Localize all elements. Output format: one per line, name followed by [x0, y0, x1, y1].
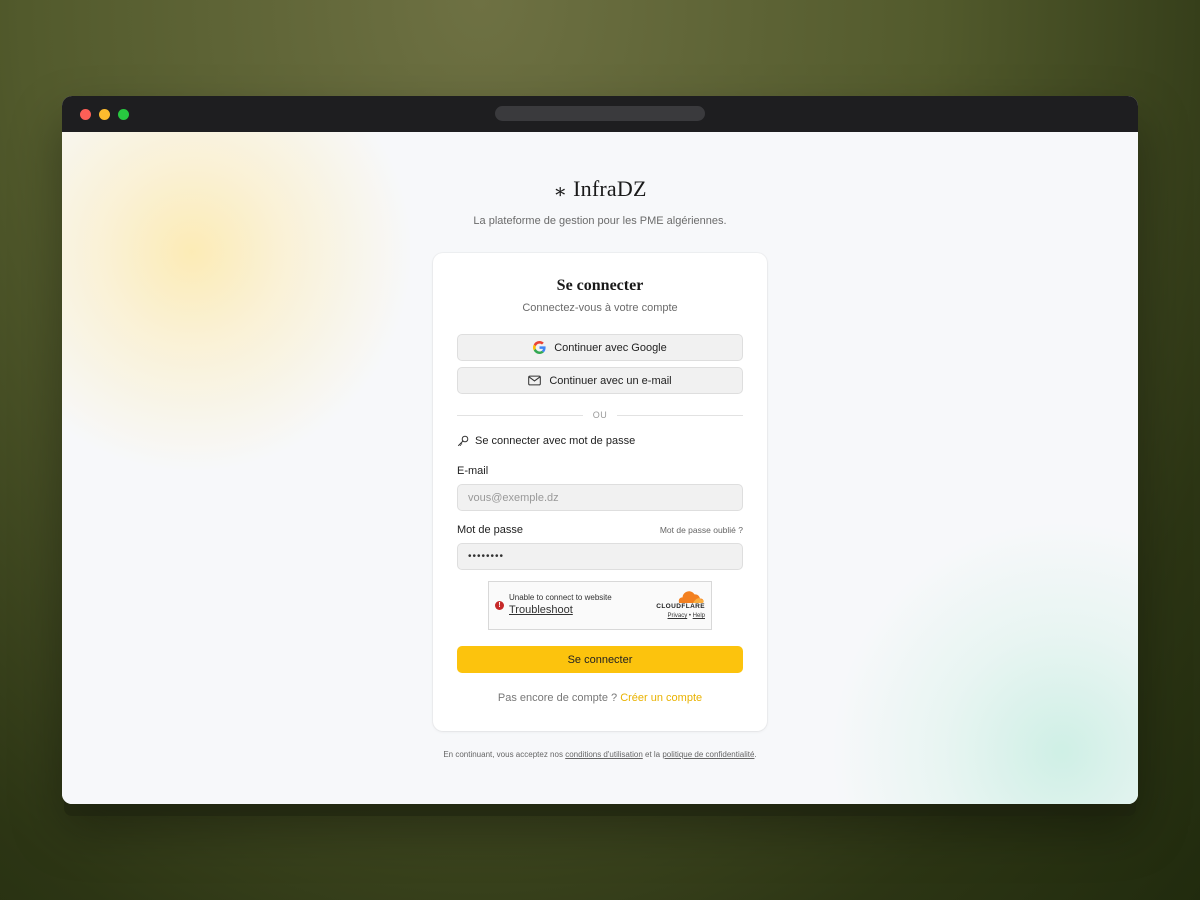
minimize-window-button[interactable]	[99, 109, 110, 120]
cloudflare-wordmark: CLOUDFLARE	[656, 603, 705, 610]
submit-login-button[interactable]: Se connecter	[457, 646, 743, 673]
terms-link[interactable]: conditions d'utilisation	[565, 750, 643, 759]
create-account-link[interactable]: Créer un compte	[620, 692, 702, 704]
password-label: Mot de passe	[457, 524, 524, 536]
asterisk-icon: ∗	[553, 181, 568, 203]
divider-text: OU	[592, 410, 608, 420]
mail-icon	[528, 375, 542, 386]
links-separator: •	[688, 613, 691, 619]
password-field[interactable]: ••••••••	[457, 543, 743, 570]
cloudflare-links: Privacy • Help	[668, 613, 705, 619]
help-link[interactable]: Help	[693, 613, 705, 619]
privacy-policy-link[interactable]: politique de confidentialité	[662, 750, 754, 759]
cloudflare-captcha-widget: ! Unable to connect to website Troublesh…	[488, 581, 712, 630]
divider-line-right	[617, 414, 743, 416]
card-subtitle: Connectez-vous à votre compte	[522, 302, 678, 314]
brand-logo: ∗ InfraDZ	[62, 176, 1138, 203]
close-window-button[interactable]	[80, 109, 91, 120]
error-icon: !	[495, 601, 504, 610]
google-button-label: Continuer avec Google	[554, 341, 667, 354]
legal-footer: En continuant, vous acceptez nos conditi…	[62, 750, 1138, 759]
browser-window: ∗ InfraDZ La plateforme de gestion pour l…	[62, 96, 1138, 804]
password-heading-label: Se connecter avec mot de passe	[475, 435, 636, 447]
address-bar[interactable]	[495, 106, 705, 121]
email-label: E-mail	[457, 465, 489, 477]
email-button-label: Continuer avec un e-mail	[549, 374, 672, 387]
page-content: ∗ InfraDZ La plateforme de gestion pour l…	[62, 132, 1138, 804]
troubleshoot-link[interactable]: Troubleshoot	[509, 604, 573, 616]
footer-prefix: En continuant, vous acceptez nos	[443, 750, 563, 759]
forgot-password-link[interactable]: Mot de passe oublié ?	[660, 525, 743, 535]
google-icon	[533, 341, 546, 354]
captcha-error-message: Unable to connect to website	[509, 593, 612, 602]
signup-prompt-text: Pas encore de compte ?	[497, 692, 618, 704]
title-bar	[62, 96, 1138, 132]
login-card: Se connecter Connectez-vous à votre comp…	[433, 253, 767, 731]
maximize-window-button[interactable]	[118, 109, 129, 120]
card-title: Se connecter	[556, 277, 644, 294]
google-signin-button[interactable]: Continuer avec Google	[457, 334, 743, 361]
signup-prompt: Pas encore de compte ? Créer un compte	[433, 692, 767, 704]
footer-middle: et la	[645, 750, 661, 759]
or-divider: OU	[457, 408, 743, 422]
email-signin-button[interactable]: Continuer avec un e-mail	[457, 367, 743, 394]
key-icon	[457, 435, 469, 447]
cloudflare-cloud-icon	[678, 591, 704, 603]
footer-suffix: .	[754, 750, 757, 759]
password-signin-heading: Se connecter avec mot de passe	[457, 435, 635, 447]
email-field[interactable]: vous@exemple.dz	[457, 484, 743, 511]
brand-name: InfraDZ	[573, 176, 647, 201]
tagline: La plateforme de gestion pour les PME al…	[473, 215, 727, 227]
privacy-link[interactable]: Privacy	[668, 613, 688, 619]
divider-line-left	[457, 414, 583, 416]
